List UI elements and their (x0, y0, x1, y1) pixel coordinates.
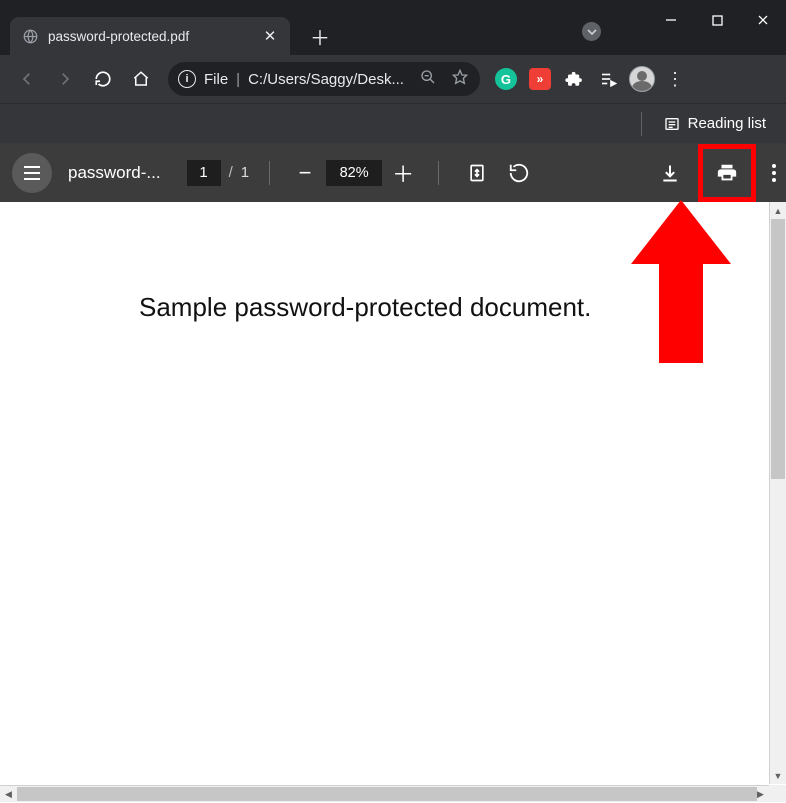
pdf-more-button[interactable] (772, 164, 776, 182)
site-info-icon[interactable]: i (178, 70, 196, 88)
document-body-text: Sample password-protected document. (43, 292, 743, 323)
address-bar[interactable]: i File | C:/Users/Saggy/Desk... (168, 62, 480, 96)
total-pages: 1 (241, 164, 249, 181)
zoom-out-button[interactable]: − (290, 158, 320, 188)
scroll-down-button[interactable]: ▼ (770, 767, 786, 784)
page-separator: / (229, 164, 233, 181)
fit-page-button[interactable] (459, 155, 495, 191)
scroll-up-button[interactable]: ▲ (770, 202, 786, 219)
minimize-button[interactable] (648, 0, 694, 40)
rotate-button[interactable] (501, 155, 537, 191)
tab-title: password-protected.pdf (48, 29, 260, 44)
toolbar-separator (269, 161, 270, 185)
home-button[interactable] (124, 62, 158, 96)
browser-titlebar: password-protected.pdf ✕ ＋ (0, 0, 786, 55)
url-separator: | (236, 71, 240, 88)
vertical-scrollbar[interactable]: ▲ ▼ (769, 202, 786, 784)
forward-button[interactable] (48, 62, 82, 96)
zoom-in-button[interactable]: ＋ (388, 158, 418, 188)
extensions-puzzle-icon[interactable] (560, 65, 588, 93)
bookmark-bar: Reading list (0, 103, 786, 143)
tab-search-button[interactable] (582, 22, 601, 41)
back-button[interactable] (10, 62, 44, 96)
toolbar-separator (438, 161, 439, 185)
download-button[interactable] (652, 155, 688, 191)
print-button[interactable] (707, 153, 747, 193)
pdf-page: Sample password-protected document. (43, 232, 743, 784)
globe-icon (22, 28, 38, 44)
close-tab-button[interactable]: ✕ (260, 27, 280, 45)
zoom-level-display[interactable]: 82% (326, 160, 382, 186)
scroll-left-button[interactable]: ◀ (0, 786, 17, 803)
window-controls (648, 0, 786, 40)
reading-list-label: Reading list (688, 115, 766, 132)
horizontal-scrollbar[interactable]: ◀ ▶ (0, 785, 769, 802)
pocket-extension-icon[interactable]: » (526, 65, 554, 93)
close-window-button[interactable] (740, 0, 786, 40)
new-tab-button[interactable]: ＋ (305, 21, 335, 51)
url-scheme-label: File (204, 71, 228, 88)
page-navigation: / 1 (187, 160, 250, 186)
pdf-filename: password-... (68, 163, 161, 183)
browser-menu-button[interactable]: ⋮ (662, 69, 688, 90)
pdf-document-area[interactable]: Sample password-protected document. (0, 202, 786, 784)
pdf-viewer-toolbar: password-... / 1 − 82% ＋ (0, 143, 786, 202)
reading-list-icon (664, 116, 680, 132)
profile-avatar[interactable] (628, 65, 656, 93)
scrollbar-corner (769, 785, 786, 802)
media-control-icon[interactable] (594, 65, 622, 93)
zoom-indicator-icon[interactable] (420, 69, 436, 89)
extensions-area: G » ⋮ (492, 65, 688, 93)
print-button-highlight (698, 144, 756, 202)
reading-list-button[interactable]: Reading list (658, 111, 772, 136)
vertical-scroll-thumb[interactable] (771, 219, 785, 479)
bookmark-divider (641, 112, 642, 136)
grammarly-extension-icon[interactable]: G (492, 65, 520, 93)
browser-toolbar: i File | C:/Users/Saggy/Desk... G » ⋮ (0, 55, 786, 103)
current-page-input[interactable] (187, 160, 221, 186)
pdf-menu-button[interactable] (12, 153, 52, 193)
url-path: C:/Users/Saggy/Desk... (248, 71, 404, 88)
bookmark-star-icon[interactable] (452, 69, 468, 89)
browser-tab[interactable]: password-protected.pdf ✕ (10, 17, 290, 55)
maximize-button[interactable] (694, 0, 740, 40)
pdf-toolbar-right (652, 144, 776, 202)
reload-button[interactable] (86, 62, 120, 96)
horizontal-scroll-thumb[interactable] (17, 787, 757, 801)
scroll-right-button[interactable]: ▶ (752, 786, 769, 803)
